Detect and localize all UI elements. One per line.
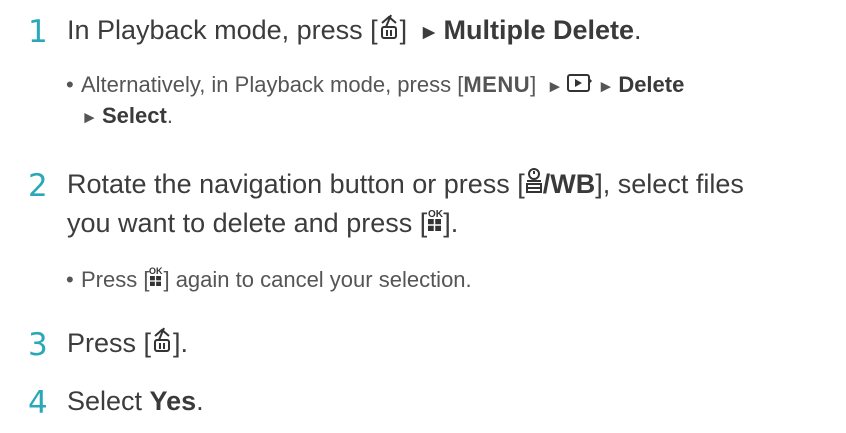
step-text: Rotate the navigation button or press [/…: [67, 166, 842, 243]
step-number: 4: [28, 385, 48, 421]
step-text: Select Yes.: [67, 386, 204, 416]
yes-option: Yes: [149, 386, 197, 416]
playback-menu-icon: [567, 71, 593, 101]
step-1-tip: • Alternatively, in Playback mode, press…: [66, 71, 685, 129]
timer-icon: [525, 167, 543, 205]
step-2-tip: • Press [OK] again to cancel your select…: [66, 265, 841, 296]
svg-text:OK: OK: [149, 266, 163, 276]
step-number: 3: [28, 327, 48, 363]
ok-button-icon: OK: [427, 206, 444, 243]
menu-key-label: MENU: [463, 72, 531, 97]
step-text: In Playback mode, press [] ► Multiple Del…: [67, 12, 842, 51]
step-number: 2: [28, 168, 48, 204]
step-number: 1: [28, 14, 48, 50]
ok-button-icon: OK: [149, 266, 163, 296]
trash-icon: [151, 326, 173, 363]
svg-text:OK: OK: [428, 209, 443, 220]
step-text: Press [].: [67, 325, 842, 363]
multiple-delete-label: Multiple Delete: [443, 15, 635, 45]
trash-icon: [378, 13, 400, 50]
